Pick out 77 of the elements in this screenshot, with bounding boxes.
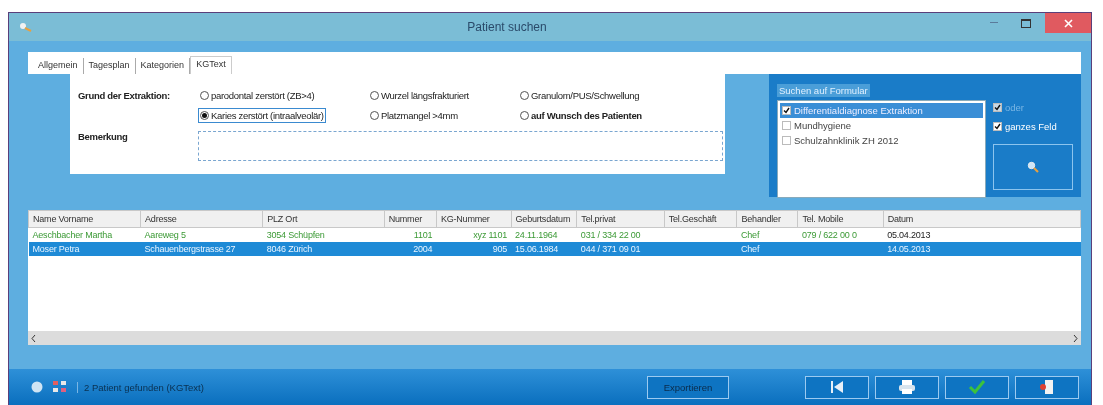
- exit-door-icon: [1039, 379, 1055, 395]
- print-button[interactable]: [875, 375, 939, 399]
- radio-option[interactable]: auf Wunsch des Patienten: [518, 108, 644, 123]
- close-icon: [1063, 18, 1073, 28]
- grid-icon[interactable]: [53, 381, 67, 393]
- field-label: Bemerkung: [78, 130, 129, 144]
- radio-option[interactable]: Karies zerstört (intraalveolär): [198, 108, 326, 123]
- checkbox-label: ganzes Feld: [1005, 121, 1057, 132]
- column-header[interactable]: Datum: [883, 210, 1081, 228]
- radio-option[interactable]: parodontal zerstört (ZB>4): [198, 88, 317, 103]
- radio-option[interactable]: Wurzel längsfrakturiert: [368, 88, 471, 103]
- radio-button[interactable]: [370, 91, 379, 100]
- app-icon: [19, 22, 33, 32]
- table-cell: Moser Petra: [28, 242, 141, 256]
- scroll-right-icon[interactable]: [1073, 334, 1078, 342]
- close-button[interactable]: [1045, 13, 1091, 33]
- radio-button[interactable]: [520, 91, 529, 100]
- table-cell: 044 / 371 09 01: [576, 242, 665, 256]
- table-cell: 2004: [384, 242, 437, 256]
- checkbox-label: oder: [1005, 102, 1024, 113]
- globe-icon[interactable]: [31, 381, 43, 393]
- column-header[interactable]: Adresse: [140, 210, 263, 228]
- remark-field[interactable]: [198, 131, 723, 161]
- table-cell: 15.06.1984: [511, 242, 577, 256]
- table-cell: Aeschbacher Martha: [28, 227, 141, 242]
- first-record-button[interactable]: [805, 375, 869, 399]
- tab[interactable]: KGText: [190, 56, 232, 74]
- column-header[interactable]: Tel.privat: [576, 210, 665, 228]
- table-cell: 079 / 622 00 0: [797, 227, 884, 242]
- maximize-icon: [1021, 18, 1031, 28]
- table-cell: 905: [436, 242, 512, 256]
- printer-icon: [898, 379, 916, 395]
- table-cell: 1101: [384, 227, 437, 242]
- table-cell: Schauenbergstrasse 27: [140, 242, 263, 256]
- table-cell: 24.11.1964: [511, 227, 577, 242]
- checkmark-icon: [968, 379, 986, 395]
- checkbox[interactable]: [993, 122, 1002, 131]
- window-title: Patient suchen: [466, 20, 548, 34]
- status-text: 2 Patient gefunden (KGText): [77, 381, 204, 393]
- column-header[interactable]: Tel.Geschäft: [664, 210, 737, 228]
- checkbox[interactable]: [782, 106, 791, 115]
- column-header[interactable]: KG-Nummer: [436, 210, 512, 228]
- table-cell: Aareweg 5: [140, 227, 263, 242]
- field-label: Grund der Extraktion:: [78, 89, 171, 103]
- checkbox[interactable]: [782, 136, 791, 145]
- table-cell: 05.04.2013: [883, 227, 1081, 242]
- search-button[interactable]: [993, 144, 1073, 190]
- panel-title: Suchen auf Formular: [777, 84, 870, 97]
- table-cell: 3054 Schüpfen: [262, 227, 385, 242]
- radio-button[interactable]: [200, 91, 209, 100]
- table-cell: xyz 1101: [436, 227, 512, 242]
- column-header[interactable]: Nummer: [384, 210, 437, 228]
- table-cell: Chef: [736, 227, 798, 242]
- column-header[interactable]: Tel. Mobile: [797, 210, 884, 228]
- list-item[interactable]: Mundhygiene: [780, 118, 983, 133]
- minimize-icon: [990, 22, 998, 24]
- exit-button[interactable]: [1015, 375, 1079, 399]
- scroll-left-icon[interactable]: [31, 334, 36, 342]
- table-cell: 14.05.2013: [883, 242, 1081, 256]
- search-icon: [1027, 161, 1039, 173]
- radio-button[interactable]: [200, 111, 209, 120]
- first-record-icon: [829, 380, 845, 394]
- horizontal-scrollbar[interactable]: [28, 331, 1081, 345]
- radio-option[interactable]: Platzmangel >4mm: [368, 108, 460, 123]
- column-header[interactable]: Name Vorname: [28, 210, 141, 228]
- column-header[interactable]: PLZ Ort: [262, 210, 385, 228]
- table-cell: Chef: [736, 242, 798, 256]
- radio-button[interactable]: [370, 111, 379, 120]
- column-header[interactable]: Behandler: [736, 210, 798, 228]
- table-cell: 8046 Zürich: [262, 242, 385, 256]
- radio-button[interactable]: [520, 111, 529, 120]
- checkbox[interactable]: [782, 121, 791, 130]
- radio-option[interactable]: Granulom/PUS/Schwellung: [518, 88, 642, 103]
- confirm-button[interactable]: [945, 375, 1009, 399]
- list-item[interactable]: Schulzahnklinik ZH 2012: [780, 133, 983, 148]
- column-header[interactable]: Geburtsdatum: [511, 210, 577, 228]
- table-cell: 031 / 334 22 00: [576, 227, 665, 242]
